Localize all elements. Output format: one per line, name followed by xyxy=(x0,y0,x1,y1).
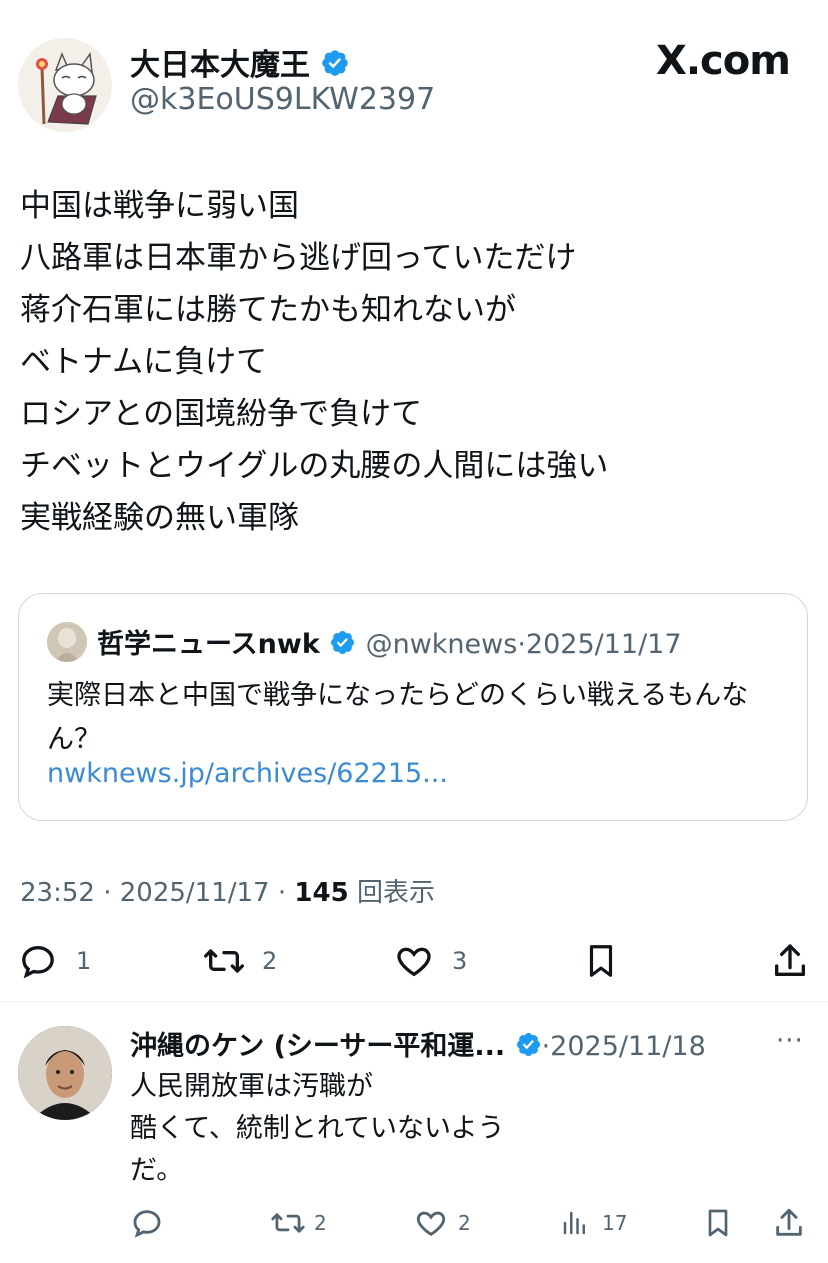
repost-icon xyxy=(270,1206,306,1240)
analytics-icon xyxy=(560,1206,590,1240)
post-line: チベットとウイグルの丸腰の人間には強い xyxy=(20,448,609,484)
reply-views-button[interactable]: 17 xyxy=(560,1198,627,1248)
reply-author-avatar[interactable] xyxy=(18,1026,112,1120)
heart-icon xyxy=(414,1206,448,1240)
like-count: 3 xyxy=(452,947,468,975)
share-button[interactable] xyxy=(770,936,810,986)
like-button[interactable]: 3 xyxy=(394,936,467,986)
reply-repost-button[interactable]: 2 xyxy=(270,1198,327,1248)
reply-like-button[interactable]: 2 xyxy=(414,1198,471,1248)
reply-date: 2025/11/18 xyxy=(550,1031,706,1062)
post-actions: 1 2 3 xyxy=(0,936,828,986)
reply-repost-count: 2 xyxy=(314,1211,327,1235)
views-count: 145 xyxy=(294,878,349,908)
verified-badge-icon xyxy=(329,629,356,663)
post-line: ロシアとの国境紛争で負けて xyxy=(20,396,423,432)
post-time: 23:52 xyxy=(20,878,95,908)
author-avatar[interactable] xyxy=(18,38,112,132)
more-options-icon[interactable]: ··· xyxy=(776,1026,804,1056)
quoted-post-date: 2025/11/17 xyxy=(525,629,682,660)
views-label: 回表示 xyxy=(356,878,435,908)
verified-badge-icon xyxy=(320,48,350,86)
repost-icon xyxy=(202,941,246,981)
share-icon xyxy=(772,1206,806,1240)
reply-share-button[interactable] xyxy=(772,1198,806,1248)
repost-count: 2 xyxy=(262,947,278,975)
verified-badge-icon xyxy=(515,1031,542,1065)
reply-icon xyxy=(130,1206,164,1240)
reply-bookmark-button[interactable] xyxy=(702,1198,734,1248)
bookmark-icon xyxy=(702,1206,734,1240)
reply-button[interactable]: 1 xyxy=(18,936,91,986)
post-line: 蒋介石軍には勝てたかも知れないが xyxy=(20,292,516,328)
post-line: 中国は戦争に弱い国 xyxy=(20,188,299,224)
separator-dot: · xyxy=(541,1031,551,1062)
post-line: 実戦経験の無い軍隊 xyxy=(20,500,299,536)
reply-actions: 2 2 17 xyxy=(0,1198,828,1248)
separator-dot: · xyxy=(517,629,526,660)
author-name-text: 大日本大魔王 xyxy=(130,48,310,83)
reply-reply-button[interactable] xyxy=(130,1198,164,1248)
repost-button[interactable]: 2 xyxy=(202,936,277,986)
reply-count: 1 xyxy=(76,947,92,975)
post-text: 中国は戦争に弱い国 八路軍は日本軍から逃げ回っていただけ 蒋介石軍には勝てたかも… xyxy=(20,180,608,544)
quoted-post-text: 実際日本と中国で戦争になったらどのくらい戦えるもんなん？ xyxy=(47,680,749,755)
quoted-post-link[interactable]: nwknews.jp/archives/62215... xyxy=(47,758,448,789)
quoted-author-handle: @nwknews xyxy=(365,629,518,660)
reply-line: だ。 xyxy=(130,1155,184,1186)
quoted-author-avatar xyxy=(47,622,87,662)
author-handle[interactable]: @k3EoUS9LKW2397 xyxy=(130,82,435,117)
reply-author-line: 沖縄のケン (シーサー平和運... ·2025/11/18 xyxy=(130,1024,706,1065)
quoted-post-card[interactable]: 哲学ニュースnwk @nwknews·2025/11/17 実際日本と中国で戦争… xyxy=(18,593,808,821)
bookmark-button[interactable] xyxy=(582,936,620,986)
reply-line: 酷くて、統制とれていないよう xyxy=(130,1113,505,1144)
reply-author-name[interactable]: 沖縄のケン (シーサー平和運... xyxy=(130,1031,505,1062)
post-line: 八路軍は日本軍から逃げ回っていただけ xyxy=(20,240,577,276)
quoted-author-line: 哲学ニュースnwk @nwknews·2025/11/17 xyxy=(97,622,682,663)
reply-like-count: 2 xyxy=(458,1211,471,1235)
post-line: ベトナムに負けて xyxy=(20,344,268,380)
reply-line: 人民開放軍は汚職が xyxy=(130,1071,373,1102)
divider xyxy=(0,1001,828,1002)
post-date: 2025/11/17 xyxy=(119,878,270,908)
share-icon xyxy=(770,941,810,981)
bookmark-icon xyxy=(582,941,620,981)
reply-text: 人民開放軍は汚職が 酷くて、統制とれていないよう だ。 xyxy=(130,1066,505,1192)
author-name[interactable]: 大日本大魔王 xyxy=(130,40,350,86)
reply-icon xyxy=(18,941,58,981)
reply-views-count: 17 xyxy=(602,1211,628,1235)
post-meta: 23:52 · 2025/11/17 · 145 回表示 xyxy=(20,878,435,908)
brand-logo: X.com xyxy=(656,38,791,84)
heart-icon xyxy=(394,941,434,981)
quoted-author-name: 哲学ニュースnwk xyxy=(97,629,320,660)
